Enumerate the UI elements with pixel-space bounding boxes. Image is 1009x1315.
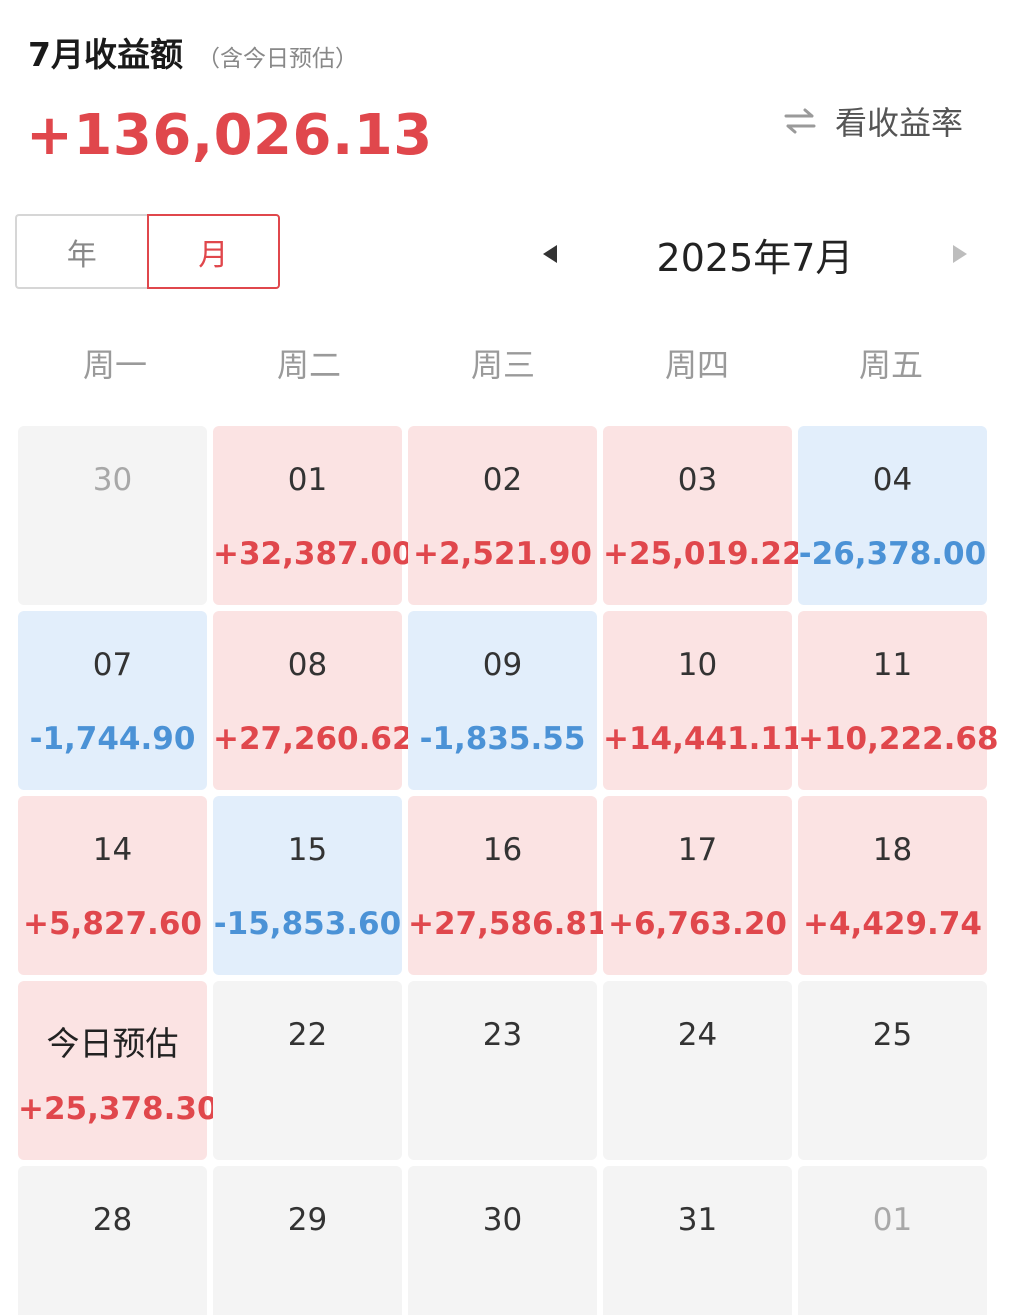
calendar-day-today[interactable]: 今日预估 +25,378.30 [18,981,219,1160]
period-segment-control: 年 月 [15,214,280,289]
prev-month-button[interactable] [520,224,580,284]
caret-left-icon [543,245,557,263]
calendar-day[interactable]: 10 +14,441.11 [603,611,804,790]
calendar-day[interactable]: 15 -15,853.60 [213,796,402,975]
calendar-day[interactable]: 04 -26,378.00 [798,426,987,605]
day-label: 10 [677,647,718,683]
calendar-day[interactable]: 30 [408,1166,597,1315]
page-title: 7月收益额 [28,35,183,74]
calendar-day[interactable]: 14 +5,827.60 [18,796,207,975]
weekday-label: 周五 [858,346,923,384]
day-label: 16 [482,832,523,868]
day-label: 02 [482,462,523,498]
view-rate-toggle[interactable]: 看收益率 [783,98,963,144]
calendar-day[interactable]: 02 +2,521.90 [408,426,597,605]
calendar-day[interactable]: 16 +27,586.81 [408,796,609,975]
calendar-day[interactable]: 09 -1,835.55 [408,611,597,790]
calendar-grid: 30 01 +32,387.00 02 +2,521.90 03 +25,019.22 04 -… [18,426,999,1315]
day-label: 17 [677,832,718,868]
day-label: 15 [287,832,328,868]
monthly-total-value: +136,026.13 [26,103,433,168]
weekday-label: 周四 [664,346,729,384]
day-profit-value: +2,521.90 [413,536,592,572]
calendar-day[interactable]: 18 +4,429.74 [798,796,987,975]
day-profit-value: +10,222.68 [798,721,999,757]
day-label: 09 [482,647,523,683]
calendar-day[interactable]: 29 [213,1166,402,1315]
calendar-day[interactable]: 25 [798,981,987,1160]
current-month-label: 2025年7月 [656,235,854,280]
calendar-day[interactable]: 17 +6,763.20 [603,796,792,975]
day-profit-value: -15,853.60 [213,906,402,942]
segment-month-button[interactable]: 月 [146,214,280,289]
next-month-button[interactable] [930,224,990,284]
month-navigator: 2025年7月 [520,222,990,286]
day-profit-value: -26,378.00 [798,536,987,572]
caret-right-icon [953,245,967,263]
calendar-day[interactable]: 07 -1,744.90 [18,611,207,790]
calendar-day[interactable]: 01 [798,1166,987,1315]
day-profit-value: +14,441.11 [603,721,804,757]
day-label: 04 [872,462,913,498]
day-profit-value: +25,378.30 [18,1091,219,1127]
day-label: 08 [287,647,328,683]
day-label: 14 [92,832,133,868]
day-label: 30 [92,462,133,498]
swap-arrows-icon [784,108,816,134]
day-label: 29 [287,1202,328,1238]
day-label: 22 [287,1017,328,1053]
day-profit-value: +6,763.20 [608,906,787,942]
day-label: 07 [92,647,133,683]
day-profit-value: +5,827.60 [23,906,202,942]
day-label: 01 [287,462,328,498]
segment-year-button[interactable]: 年 [15,214,147,289]
calendar-day[interactable]: 23 [408,981,597,1160]
day-profit-value: -1,835.55 [419,721,586,757]
calendar-day[interactable]: 22 [213,981,402,1160]
day-label: 24 [677,1017,718,1053]
day-label: 23 [482,1017,523,1053]
day-profit-value: +32,387.00 [213,536,414,572]
page-header: 7月收益额 （含今日预估） [28,28,358,76]
day-profit-value: +25,019.22 [603,536,804,572]
calendar-day[interactable]: 08 +27,260.62 [213,611,414,790]
weekday-header: 周一 周二 周三 周四 周五 [18,340,988,386]
day-profit-value: +27,260.62 [213,721,414,757]
day-label: 31 [677,1202,718,1238]
day-label: 30 [482,1202,523,1238]
page-subtitle: （含今日预估） [196,46,358,72]
calendar-day[interactable]: 24 [603,981,792,1160]
weekday-label: 周二 [276,346,341,384]
calendar-day[interactable]: 30 [18,426,207,605]
calendar-day[interactable]: 03 +25,019.22 [603,426,804,605]
day-label: 18 [872,832,913,868]
weekday-label: 周三 [470,346,535,384]
day-label: 11 [872,647,913,683]
calendar-day[interactable]: 11 +10,222.68 [798,611,999,790]
day-profit-value: +27,586.81 [408,906,609,942]
calendar-day[interactable]: 31 [603,1166,792,1315]
day-profit-value: +4,429.74 [803,906,982,942]
day-label: 25 [872,1017,913,1053]
weekday-label: 周一 [82,346,147,384]
view-rate-label: 看收益率 [834,104,963,142]
day-label: 今日预估 [46,1024,179,1063]
day-profit-value: -1,744.90 [29,721,196,757]
day-label: 28 [92,1202,133,1238]
calendar-day[interactable]: 01 +32,387.00 [213,426,414,605]
calendar-day[interactable]: 28 [18,1166,207,1315]
day-label: 03 [677,462,718,498]
day-label: 01 [872,1202,913,1238]
